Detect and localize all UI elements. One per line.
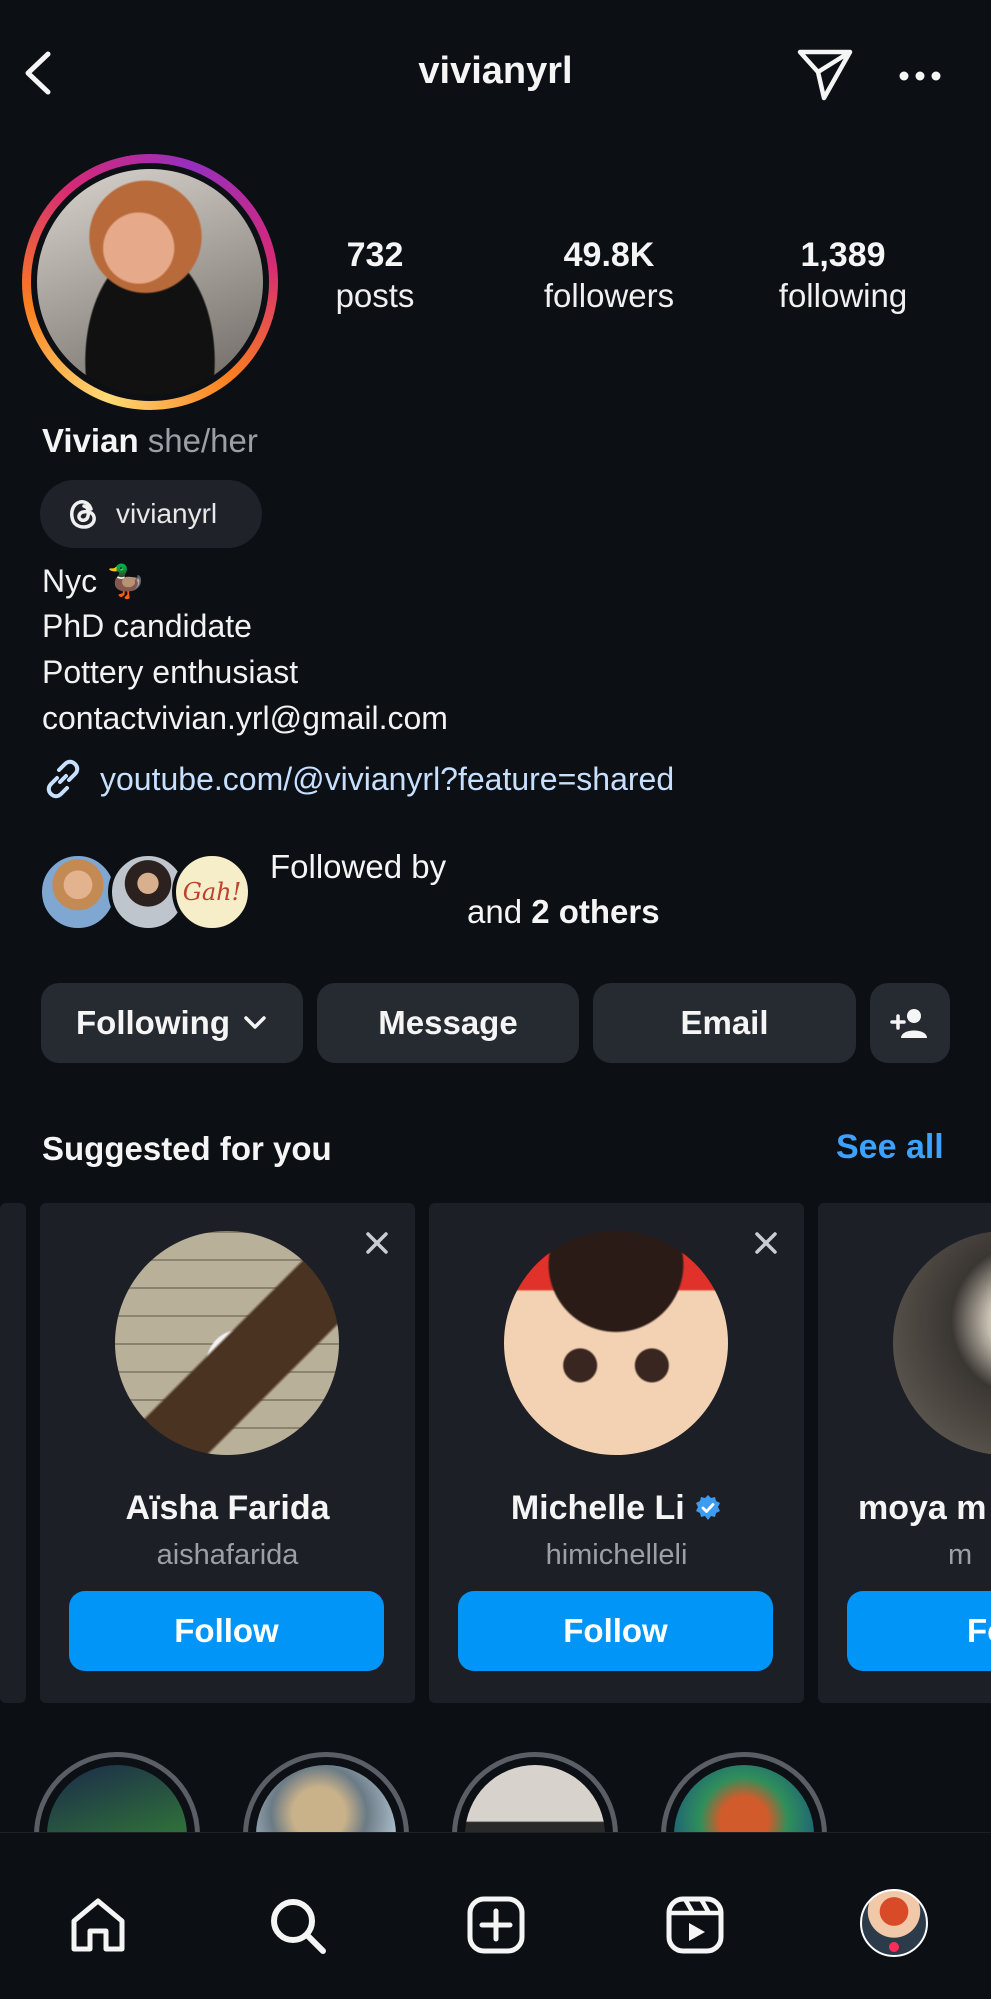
suggestion-name: Aïsha Farida bbox=[125, 1489, 330, 1527]
link-icon bbox=[46, 759, 80, 799]
followed-by-others-count: 2 others bbox=[531, 893, 660, 930]
threads-icon bbox=[70, 500, 96, 529]
more-dots-icon bbox=[899, 71, 941, 81]
more-options-button[interactable] bbox=[896, 58, 944, 94]
send-icon bbox=[797, 49, 853, 101]
followers-count: 49.8K bbox=[563, 236, 655, 274]
followed-by-others[interactable]: and 2 others bbox=[467, 893, 660, 931]
followed-by-prefix: and bbox=[467, 893, 532, 930]
profile-link-text: youtube.com/@vivianyrl?feature=shared bbox=[100, 760, 675, 797]
share-button[interactable] bbox=[796, 46, 854, 104]
suggestion-username: aishafarida bbox=[156, 1539, 299, 1571]
message-button[interactable]: Message bbox=[317, 983, 579, 1063]
suggestion-card[interactable]: Aïsha Farida aishafarida Follow bbox=[40, 1203, 415, 1703]
bottom-navigation bbox=[0, 1832, 991, 1999]
stat-following[interactable]: 1,389 following bbox=[733, 236, 953, 315]
profile-pronouns: she/her bbox=[147, 422, 258, 459]
follow-button[interactable]: Fo bbox=[847, 1591, 991, 1671]
verified-badge-icon bbox=[696, 1495, 721, 1520]
threads-badge[interactable]: vivianyrl bbox=[40, 480, 262, 548]
see-all-link[interactable]: See all bbox=[836, 1128, 944, 1167]
profile-name: Vivian bbox=[42, 422, 139, 459]
threads-handle: vivianyrl bbox=[116, 498, 218, 529]
stat-followers[interactable]: 49.8K followers bbox=[499, 236, 719, 315]
following-button[interactable]: Following bbox=[41, 983, 303, 1063]
follow-button[interactable]: Follow bbox=[69, 1591, 384, 1671]
bio-line-location: Nyc 🦆 bbox=[42, 563, 146, 599]
create-post-icon[interactable] bbox=[464, 1893, 528, 1957]
bio-line-email[interactable]: contactvivian.yrl@gmail.com bbox=[42, 700, 448, 737]
followed-by-text[interactable]: Followed by bbox=[270, 848, 446, 886]
dismiss-icon[interactable] bbox=[363, 1229, 391, 1257]
suggested-users-button[interactable] bbox=[870, 983, 950, 1063]
suggestion-avatar[interactable] bbox=[504, 1231, 728, 1455]
stat-posts[interactable]: 732 posts bbox=[265, 236, 485, 315]
suggestion-username: m bbox=[948, 1539, 973, 1571]
profile-link[interactable]: youtube.com/@vivianyrl?feature=shared bbox=[40, 756, 674, 802]
email-button-label: Email bbox=[680, 1004, 769, 1041]
mutual-follower-avatar-text: Gah! bbox=[182, 878, 242, 906]
bio-line-hobby: Pottery enthusiast bbox=[42, 654, 299, 690]
message-button-label: Message bbox=[378, 1004, 518, 1041]
posts-label: posts bbox=[335, 277, 415, 314]
following-button-label: Following bbox=[76, 1004, 230, 1041]
email-button[interactable]: Email bbox=[593, 983, 856, 1063]
suggestion-avatar[interactable] bbox=[893, 1231, 991, 1455]
bio-line-occupation: PhD candidate bbox=[42, 608, 252, 644]
suggestion-card[interactable]: Michelle Li himichelleli Follow bbox=[429, 1203, 804, 1703]
suggestion-username: himichelleli bbox=[545, 1539, 688, 1571]
reels-icon[interactable] bbox=[663, 1893, 727, 1957]
dismiss-icon[interactable] bbox=[752, 1229, 780, 1257]
followers-label: followers bbox=[543, 277, 675, 314]
posts-count: 732 bbox=[346, 236, 404, 274]
suggestion-card-partial[interactable] bbox=[0, 1203, 26, 1703]
profile-avatar[interactable] bbox=[22, 154, 278, 410]
home-icon[interactable] bbox=[66, 1893, 130, 1957]
suggestion-name: moya m bbox=[858, 1489, 987, 1527]
mutual-follower-avatar[interactable] bbox=[38, 852, 118, 932]
suggestion-card[interactable]: moya m m Fo bbox=[818, 1203, 991, 1703]
follow-button[interactable]: Follow bbox=[458, 1591, 773, 1671]
add-user-icon bbox=[890, 1009, 927, 1038]
suggestion-avatar[interactable] bbox=[115, 1231, 339, 1455]
mutual-follower-avatar[interactable]: Gah! bbox=[172, 852, 252, 932]
suggested-title: Suggested for you bbox=[42, 1130, 332, 1167]
search-icon[interactable] bbox=[265, 1893, 329, 1957]
following-count: 1,389 bbox=[800, 236, 886, 274]
suggestion-name-row: Michelle Li bbox=[429, 1489, 804, 1528]
notification-dot bbox=[889, 1942, 899, 1952]
profile-name-line: Vivian she/her bbox=[42, 422, 258, 460]
following-label: following bbox=[778, 277, 908, 314]
chevron-down-icon bbox=[244, 1016, 266, 1029]
suggestion-name: Michelle Li bbox=[510, 1489, 685, 1527]
